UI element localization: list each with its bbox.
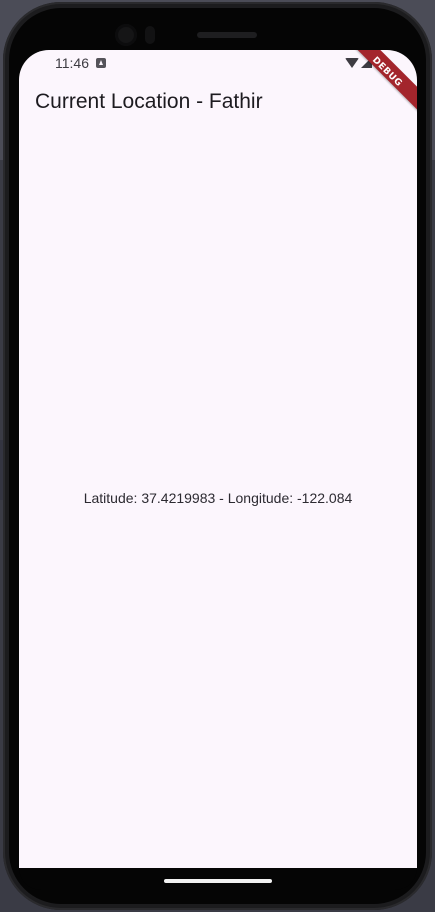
app-notification-icon <box>96 58 106 68</box>
location-coordinates-text: Latitude: 37.4219983 - Longitude: -122.0… <box>83 490 353 506</box>
home-indicator[interactable] <box>164 879 272 883</box>
status-bar: 11:46 <box>19 50 417 76</box>
wifi-icon <box>345 58 359 68</box>
proximity-sensor <box>145 26 155 44</box>
app-screen: 11:46 DEBUG Current Location - Fathir La… <box>19 50 417 868</box>
status-time: 11:46 <box>55 55 89 71</box>
front-camera-icon <box>115 24 137 46</box>
app-bar: Current Location - Fathir <box>19 78 417 128</box>
page-title: Current Location - Fathir <box>35 90 263 113</box>
earpiece-speaker <box>197 32 257 38</box>
